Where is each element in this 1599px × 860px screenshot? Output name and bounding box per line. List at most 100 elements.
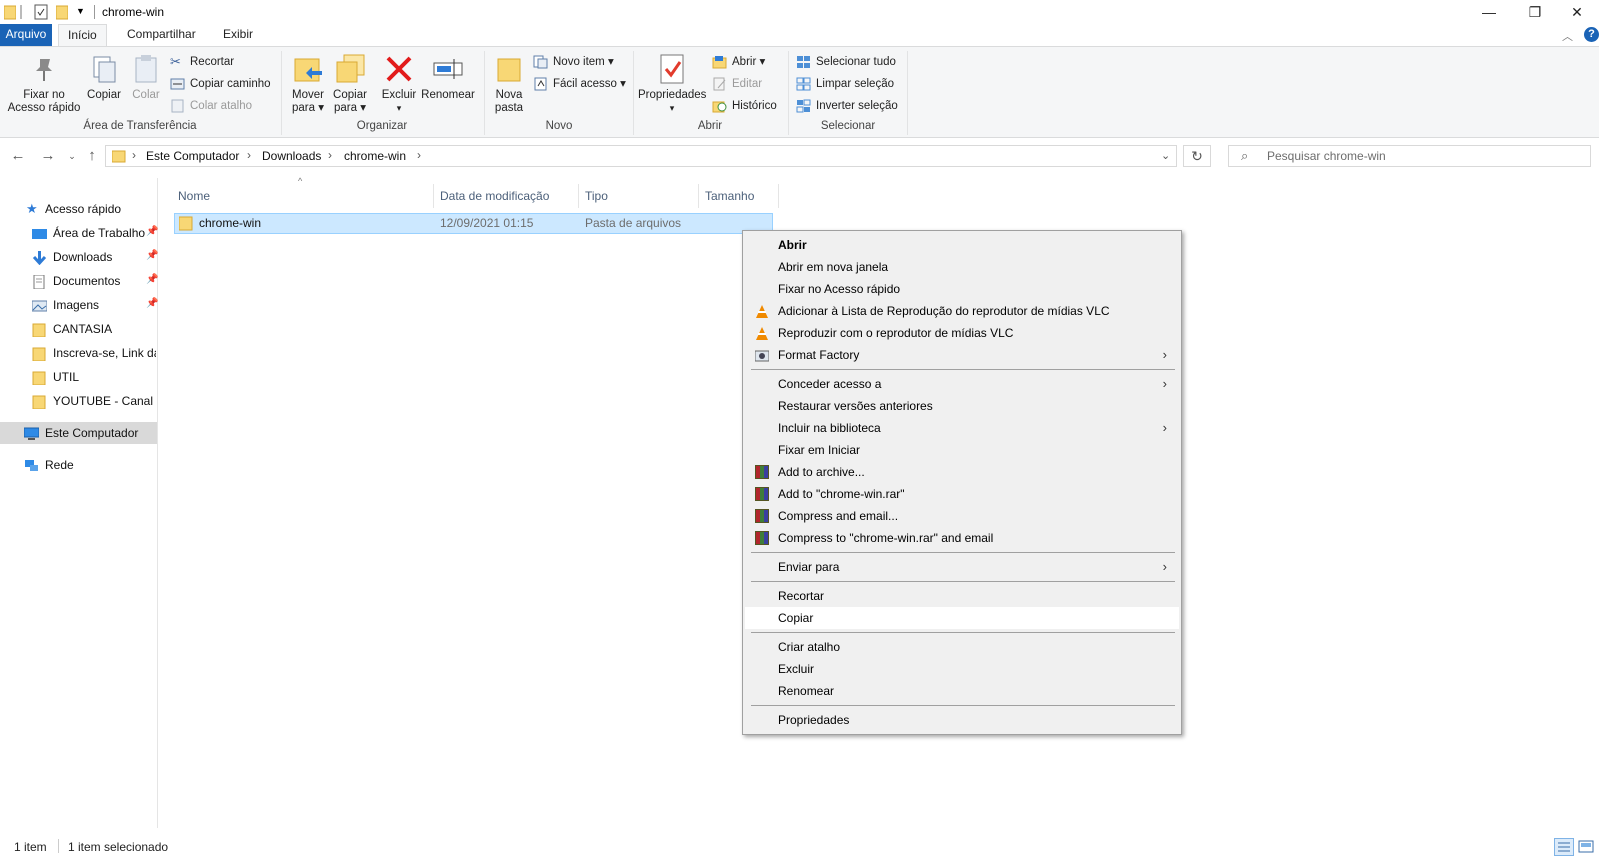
nav-item-this-pc[interactable]: Este Computador <box>0 422 157 444</box>
collapse-ribbon-icon[interactable]: ︿ <box>1562 28 1573 44</box>
menu-item-compress-email[interactable]: Compress and email... <box>745 505 1179 527</box>
history-button[interactable]: Histórico <box>712 96 777 116</box>
menu-item-fixar-acesso-rapido[interactable]: Fixar no Acesso rápido <box>745 278 1179 300</box>
nav-item-cantasia[interactable]: CANTASIA <box>32 318 156 340</box>
pin-quick-access-button[interactable]: Fixar no Acesso rápido <box>4 53 84 115</box>
up-arrow-icon[interactable]: ↑ <box>82 146 102 166</box>
easy-access-label: Fácil acesso <box>553 78 617 90</box>
nav-item-documents[interactable]: Documentos <box>32 270 154 292</box>
customize-quick-access-icon[interactable]: ▼ <box>76 6 86 22</box>
move-label-1: Mover <box>292 89 324 101</box>
tab-arquivo[interactable]: Arquivo <box>0 24 52 46</box>
menu-item-criar-atalho[interactable]: Criar atalho <box>745 636 1179 658</box>
delete-x-icon <box>383 53 415 85</box>
pin-icon[interactable]: 📌 <box>146 250 158 261</box>
column-header-name[interactable]: Nome <box>172 184 434 208</box>
menu-item-excluir[interactable]: Excluir <box>745 658 1179 680</box>
nav-item-downloads[interactable]: Downloads <box>32 246 154 268</box>
submenu-arrow-icon: › <box>1162 347 1167 362</box>
pin-icon[interactable]: 📌 <box>146 274 158 285</box>
nav-item-images[interactable]: Imagens <box>32 294 154 316</box>
help-icon[interactable]: ? <box>1584 27 1599 42</box>
nav-quick-access-label: Acesso rápido <box>45 202 122 216</box>
new-item-label: Novo item <box>553 56 605 68</box>
menu-item-enviar-para[interactable]: Enviar para › <box>745 556 1179 578</box>
nav-item-inscreva[interactable]: Inscreva-se, Link da <box>32 342 156 364</box>
menu-item-vlc-play[interactable]: Reproduzir com o reprodutor de mídias VL… <box>745 322 1179 344</box>
menu-item-compress-rar-email[interactable]: Compress to "chrome-win.rar" and email <box>745 527 1179 549</box>
menu-item-propriedades[interactable]: Propriedades <box>745 709 1179 731</box>
address-bar[interactable]: › Este Computador › Downloads › chrome-w… <box>105 145 1177 167</box>
table-row[interactable]: chrome-win 12/09/2021 01:15 Pasta de arq… <box>174 213 773 234</box>
menu-item-restaurar-versoes[interactable]: Restaurar versões anteriores <box>745 395 1179 417</box>
menu-item-renomear[interactable]: Renomear <box>745 680 1179 702</box>
select-all-button[interactable]: Selecionar tudo <box>796 52 896 72</box>
new-item-button[interactable]: Novo item ▾ <box>533 52 614 72</box>
menu-item-copiar[interactable]: Copiar <box>745 607 1179 629</box>
menu-item-abrir-nova-janela[interactable]: Abrir em nova janela <box>745 256 1179 278</box>
refresh-icon[interactable]: ↻ <box>1183 145 1211 167</box>
copy-button[interactable]: Copiar <box>84 53 124 102</box>
paste-button[interactable]: Colar <box>126 53 166 102</box>
menu-item-incluir-biblioteca[interactable]: Incluir na biblioteca › <box>745 417 1179 439</box>
recent-locations-icon[interactable]: ⌄ <box>62 146 82 166</box>
paste-shortcut-button[interactable]: Colar atalho <box>170 96 252 116</box>
menu-item-add-to-rar[interactable]: Add to "chrome-win.rar" <box>745 483 1179 505</box>
open-button[interactable]: Abrir ▾ <box>712 52 765 72</box>
menu-item-vlc-playlist[interactable]: Adicionar à Lista de Reprodução do repro… <box>745 300 1179 322</box>
breadcrumb-separator[interactable]: › <box>247 148 251 162</box>
minimize-button[interactable]: — <box>1466 0 1512 24</box>
pin-icon[interactable]: 📌 <box>146 226 158 237</box>
column-header-modified[interactable]: Data de modificação <box>434 184 579 208</box>
cut-button[interactable]: ✂ Recortar <box>170 52 234 72</box>
edit-button[interactable]: Editar <box>712 74 762 94</box>
new-folder-quick-icon[interactable] <box>55 4 69 20</box>
pin-icon <box>28 53 60 85</box>
nav-item-network[interactable]: Rede <box>24 454 154 476</box>
nav-item-desktop[interactable]: Área de Trabalho <box>32 222 154 244</box>
menu-item-label: Reproduzir com o reprodutor de mídias VL… <box>778 326 1014 340</box>
tab-inicio[interactable]: Início <box>58 24 107 46</box>
address-dropdown-icon[interactable]: ⌄ <box>1161 149 1170 162</box>
breadcrumb-este-computador[interactable]: Este Computador <box>146 149 239 163</box>
close-button[interactable]: ✕ <box>1554 0 1599 24</box>
details-view-icon[interactable] <box>1554 838 1574 856</box>
menu-item-label: Recortar <box>778 589 825 603</box>
nav-item-util[interactable]: UTIL <box>32 366 156 388</box>
breadcrumb-downloads[interactable]: Downloads <box>262 149 321 163</box>
search-box[interactable]: ⌕ <box>1228 145 1591 167</box>
breadcrumb-chrome-win[interactable]: chrome-win <box>344 149 406 163</box>
tab-exibir[interactable]: Exibir <box>214 24 262 46</box>
move-to-button[interactable]: Mover para ▾ <box>288 53 328 115</box>
properties-button[interactable]: Propriedades ▾ <box>638 53 706 115</box>
breadcrumb-separator[interactable]: › <box>417 148 421 162</box>
back-arrow-icon[interactable]: ← <box>8 146 28 166</box>
column-header-size[interactable]: Tamanho <box>699 184 779 208</box>
copy-to-button[interactable]: Copiar para ▾ <box>330 53 370 115</box>
column-header-type[interactable]: Tipo <box>579 184 699 208</box>
maximize-button[interactable]: ❐ <box>1512 0 1558 24</box>
menu-item-conceder-acesso[interactable]: Conceder acesso a › <box>745 373 1179 395</box>
pin-icon[interactable]: 📌 <box>146 298 158 309</box>
copy-path-button[interactable]: Copiar caminho <box>170 74 271 94</box>
menu-item-format-factory[interactable]: Format Factory › <box>745 344 1179 366</box>
easy-access-button[interactable]: Fácil acesso ▾ <box>533 74 626 94</box>
nav-item-youtube[interactable]: YOUTUBE - Canal d <box>32 390 156 412</box>
menu-item-fixar-iniciar[interactable]: Fixar em Iniciar <box>745 439 1179 461</box>
invert-selection-button[interactable]: Inverter seleção <box>796 96 898 116</box>
delete-button[interactable]: Excluir ▾ <box>378 53 420 115</box>
properties-quick-icon[interactable] <box>34 4 48 20</box>
menu-item-add-archive[interactable]: Add to archive... <box>745 461 1179 483</box>
new-folder-button[interactable]: Nova pasta <box>490 53 528 115</box>
group-label-open: Abrir <box>697 120 723 132</box>
tab-compartilhar[interactable]: Compartilhar <box>118 24 205 46</box>
breadcrumb-separator[interactable]: › <box>328 148 332 162</box>
large-icons-view-icon[interactable] <box>1578 839 1594 855</box>
search-input[interactable] <box>1267 149 1577 163</box>
nav-quick-access[interactable]: ★ Acesso rápido <box>26 198 156 220</box>
menu-item-recortar[interactable]: Recortar <box>745 585 1179 607</box>
rename-button[interactable]: Renomear <box>420 53 476 102</box>
forward-arrow-icon[interactable]: → <box>38 146 58 166</box>
select-none-button[interactable]: Limpar seleção <box>796 74 894 94</box>
menu-item-abrir[interactable]: Abrir <box>745 234 1179 256</box>
